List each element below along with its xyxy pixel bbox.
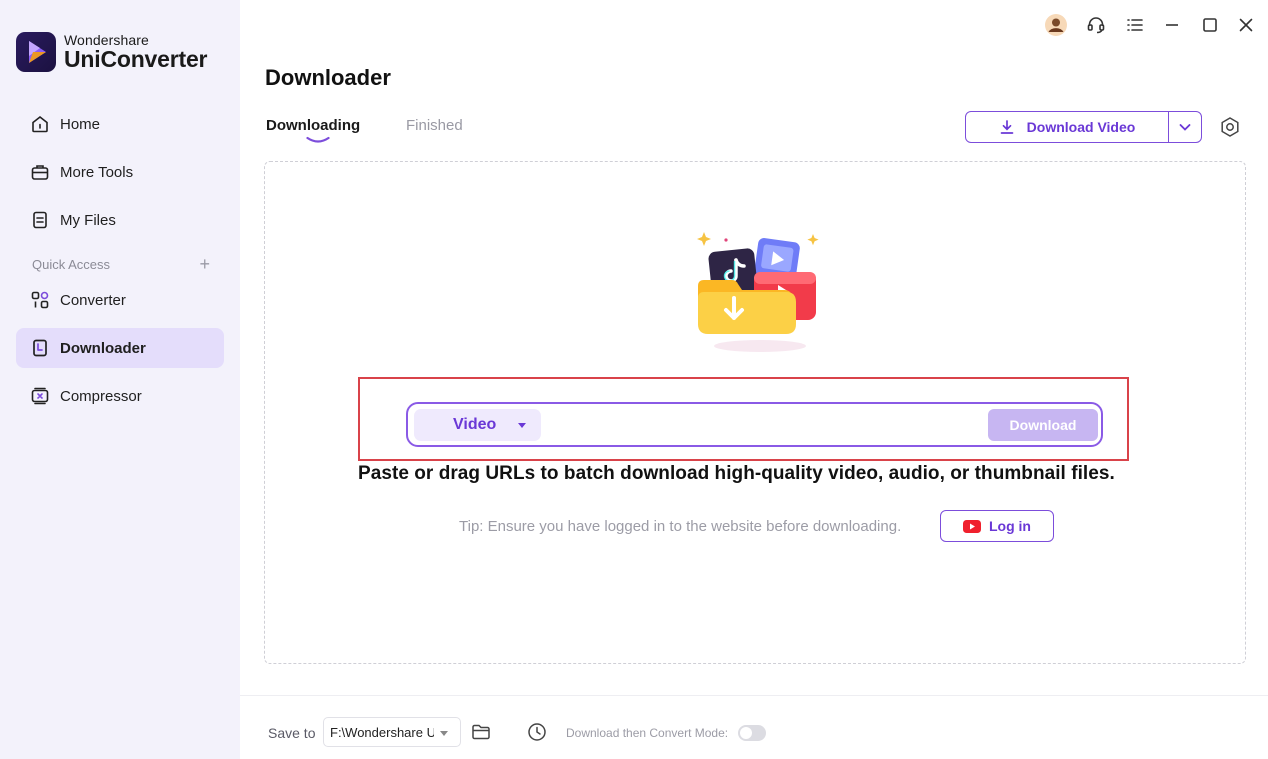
download-type-value: Video: [453, 416, 497, 433]
close-icon[interactable]: [1234, 12, 1258, 38]
quick-access-header: Quick Access +: [32, 255, 210, 273]
download-icon: [1000, 120, 1014, 134]
sidebar-item-label: My Files: [60, 211, 116, 229]
tab-downloading[interactable]: Downloading: [266, 117, 360, 134]
add-quick-access-button[interactable]: +: [199, 255, 210, 273]
sidebar-item-label: Compressor: [60, 387, 142, 405]
maximize-icon[interactable]: [1198, 12, 1222, 38]
login-button[interactable]: Log in: [940, 510, 1054, 542]
app-logo: Wondershare UniConverter: [16, 32, 207, 72]
sidebar-item-label: More Tools: [60, 163, 134, 181]
minimize-icon[interactable]: [1160, 12, 1184, 38]
home-icon: [29, 113, 51, 135]
convert-mode-label: Download then Convert Mode:: [566, 726, 729, 740]
download-video-label: Download Video: [1026, 119, 1136, 135]
avatar-icon[interactable]: [1043, 12, 1069, 38]
brand-name: Wondershare: [64, 32, 149, 48]
compressor-icon: [29, 385, 51, 407]
sidebar-item-label: Converter: [60, 291, 126, 309]
drop-zone-headline: Paste or drag URLs to batch download hig…: [358, 463, 1115, 484]
sidebar-item-home[interactable]: Home: [16, 104, 224, 144]
clock-icon[interactable]: [526, 721, 548, 743]
login-tip: Tip: Ensure you have logged in to the we…: [459, 518, 902, 535]
save-path-select[interactable]: F:\Wondershare UniConverter: [323, 717, 461, 747]
menu-icon[interactable]: [1123, 12, 1147, 38]
footer-divider: [240, 695, 1268, 696]
download-button[interactable]: Download: [988, 409, 1098, 441]
sidebar-item-label: Downloader: [60, 339, 146, 357]
toolbox-icon: [29, 161, 51, 183]
quick-access-label: Quick Access: [32, 256, 111, 272]
url-input[interactable]: [548, 409, 980, 441]
caret-down-icon: [518, 423, 526, 428]
file-icon: [29, 209, 51, 231]
downloader-icon: [29, 337, 51, 359]
download-video-button[interactable]: Download Video: [966, 112, 1169, 142]
sidebar-item-my-files[interactable]: My Files: [16, 200, 224, 240]
sidebar-item-compressor[interactable]: Compressor: [16, 376, 224, 416]
download-video-split-button: Download Video: [965, 111, 1202, 143]
tab-finished[interactable]: Finished: [406, 117, 463, 134]
save-to-label: Save to: [268, 725, 316, 741]
youtube-icon: [963, 519, 981, 533]
active-tab-indicator: [306, 136, 330, 143]
sidebar-item-downloader[interactable]: Downloader: [16, 328, 224, 368]
headset-icon[interactable]: [1084, 12, 1108, 38]
page-title: Downloader: [265, 65, 391, 90]
converter-icon: [29, 289, 51, 311]
uniconverter-logo-icon: [16, 32, 56, 72]
download-video-dropdown[interactable]: [1169, 112, 1201, 142]
sidebar: Wondershare UniConverter Home More Tools…: [0, 0, 240, 759]
product-name: UniConverter: [64, 46, 208, 72]
sidebar-item-label: Home: [60, 115, 101, 133]
settings-gear-icon[interactable]: [1218, 115, 1242, 139]
chevron-down-icon: [1179, 124, 1191, 131]
sidebar-item-converter[interactable]: Converter: [16, 280, 224, 320]
login-label: Log in: [989, 518, 1031, 534]
sidebar-item-more-tools[interactable]: More Tools: [16, 152, 224, 192]
save-path-value: F:\Wondershare UniConverter: [330, 724, 434, 740]
convert-mode-toggle[interactable]: [738, 725, 766, 741]
open-folder-icon[interactable]: [470, 721, 492, 743]
download-illustration: [697, 232, 819, 352]
download-type-select[interactable]: Video: [414, 409, 541, 441]
caret-down-icon: [440, 731, 448, 736]
